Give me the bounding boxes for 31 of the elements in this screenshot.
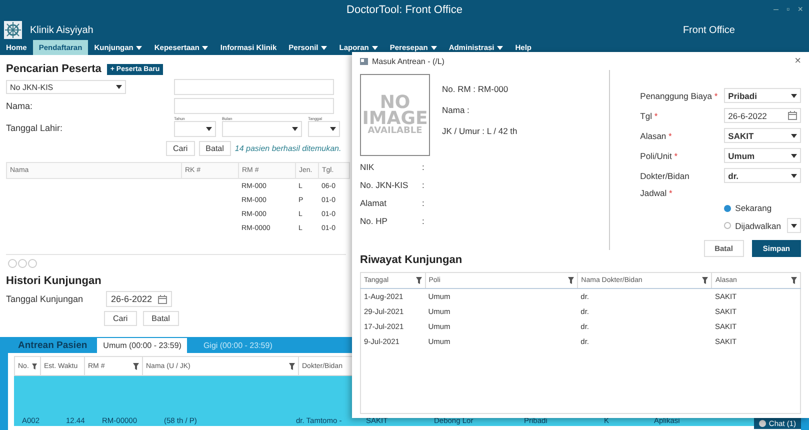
patient-info: JK / Umur : L / 42 th [442, 126, 518, 136]
dialog-title: Masuk Antrean - (/L) [372, 56, 444, 66]
window-title: DoctorTool: Front Office [346, 4, 462, 16]
patient-info: Nama : [442, 105, 470, 115]
patient-info: No. RM : RM-000 [442, 84, 510, 94]
field-label: Alamat [360, 198, 388, 208]
result-message: 14 pasien berhasil ditemukan. [234, 144, 342, 153]
section-title: Antrean Pasien [18, 340, 88, 353]
separator-text: : [422, 162, 426, 172]
field-label: NIK [360, 162, 376, 172]
field-label: Jadwal * [640, 188, 674, 198]
field-label: Tgl * [640, 110, 659, 120]
separator-text: : [422, 198, 426, 208]
field-label: Poli/Unit * [640, 150, 678, 160]
separator-text: : [422, 180, 426, 190]
field-label: Penanggung Biaya * [640, 90, 719, 100]
placeholder-text: AVAILABLE [368, 127, 422, 136]
placeholder-text: IMAGE [362, 110, 428, 128]
field-label: Tanggal Kunjungan [6, 294, 84, 304]
section-title: Pencarian Peserta [6, 63, 102, 75]
field-label: Nama: [6, 101, 34, 111]
field-label: Dokter/Bidan [640, 170, 690, 180]
clinic-name: Klinik Aisyiyah [30, 24, 94, 36]
field-label: No. HP [360, 216, 388, 226]
separator-text: : [422, 216, 426, 226]
section-title: Riwayat Kunjungan [360, 254, 464, 266]
field-label: Tanggal Lahir: [6, 123, 64, 135]
placeholder-text: NO [380, 94, 410, 111]
field-label: No. JKN-KIS [360, 180, 410, 190]
section-title: Histori Kunjungan [6, 275, 102, 287]
field-label: Alasan * [640, 130, 673, 140]
